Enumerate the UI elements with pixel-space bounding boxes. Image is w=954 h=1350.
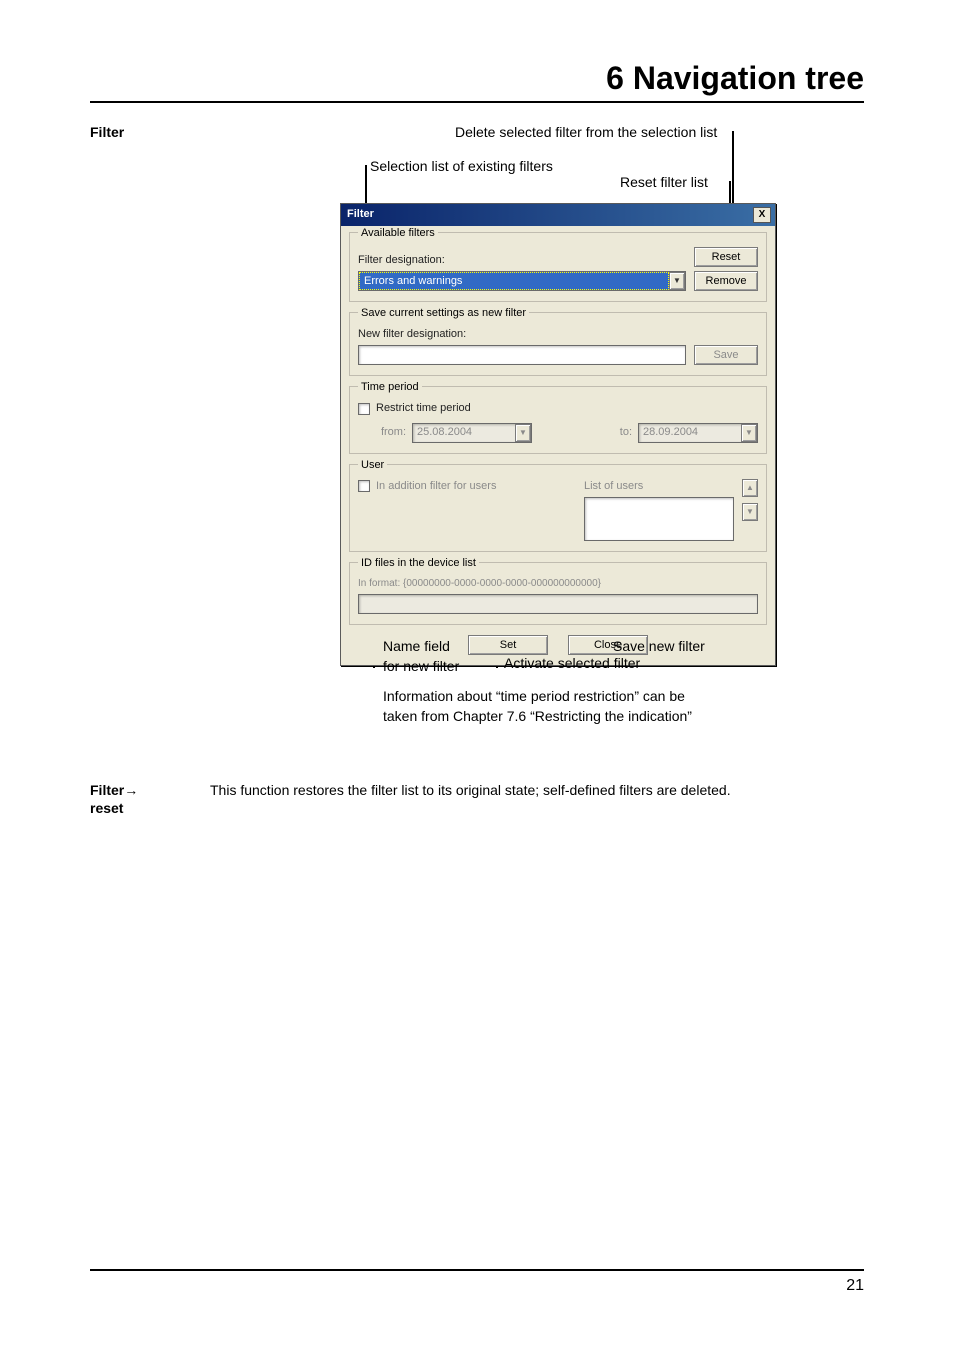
annotation-selection-list: Selection list of existing filters <box>370 157 553 177</box>
users-listbox[interactable] <box>584 497 734 541</box>
filter-designation-select[interactable]: Errors and warnings ▼ <box>358 271 686 291</box>
from-date-value: 25.08.2004 <box>413 425 515 440</box>
annotation-name-field: Name field for new filter <box>383 637 493 676</box>
chevron-down-icon[interactable]: ▼ <box>741 424 757 442</box>
annotation-reset-list: Reset filter list <box>620 173 708 193</box>
dialog-titlebar: Filter X <box>341 204 775 226</box>
list-of-users-label: List of users <box>584 479 734 494</box>
group-id-files: ID files in the device list In format: {… <box>349 562 767 625</box>
annotation-delete-selected: Delete selected filter from the selectio… <box>455 123 717 143</box>
page-number: 21 <box>90 1277 864 1295</box>
group-save-new-filter: Save current settings as new filter New … <box>349 312 767 376</box>
annotation-time-info: Information about “time period restricti… <box>383 687 783 726</box>
save-button[interactable]: Save <box>694 345 758 365</box>
section-divider-bottom <box>90 1269 864 1271</box>
group-title-available: Available filters <box>358 226 438 241</box>
new-filter-designation-input[interactable] <box>358 345 686 365</box>
filter-designation-value: Errors and warnings <box>359 272 669 290</box>
filter-designation-label: Filter designation: <box>358 253 686 268</box>
section-divider-top <box>90 101 864 103</box>
margin-heading-filter-reset: Filter→ reset <box>90 781 210 817</box>
spin-up-icon[interactable]: ▲ <box>742 479 758 497</box>
from-label: from: <box>376 425 406 440</box>
new-filter-designation-label: New filter designation: <box>358 327 758 342</box>
chevron-down-icon[interactable]: ▼ <box>515 424 531 442</box>
group-time-period: Time period Restrict time period from: 2… <box>349 386 767 453</box>
restrict-time-checkbox[interactable] <box>358 403 370 415</box>
chapter-title: 6 Navigation tree <box>90 60 864 97</box>
to-date-input[interactable]: 28.09.2004 ▼ <box>638 423 758 443</box>
group-title-idfiles: ID files in the device list <box>358 556 479 571</box>
group-title-save: Save current settings as new filter <box>358 306 529 321</box>
group-available-filters: Available filters Filter designation: Er… <box>349 232 767 302</box>
group-title-user: User <box>358 458 387 473</box>
close-icon[interactable]: X <box>753 207 771 223</box>
annotation-activate: Activate selected filter <box>504 654 640 674</box>
group-user: User In addition filter for users Lis <box>349 464 767 552</box>
spin-down-icon[interactable]: ▼ <box>742 503 758 521</box>
annotation-save-new: Save new filter <box>613 637 705 657</box>
filter-dialog-figure: Delete selected filter from the selectio… <box>210 123 864 763</box>
to-date-value: 28.09.2004 <box>639 425 741 440</box>
id-format-label: In format: {00000000-0000-0000-0000-0000… <box>358 577 758 591</box>
from-date-input[interactable]: 25.08.2004 ▼ <box>412 423 532 443</box>
id-input[interactable] <box>358 594 758 614</box>
filter-users-checkbox[interactable] <box>358 480 370 492</box>
reset-button[interactable]: Reset <box>694 247 758 267</box>
dialog-title: Filter <box>347 207 374 222</box>
filter-users-label: In addition filter for users <box>376 479 496 494</box>
users-spin: ▲ ▼ <box>742 479 758 521</box>
filter-dialog: Filter X Available filters Filter design… <box>340 203 776 666</box>
remove-button[interactable]: Remove <box>694 271 758 291</box>
filter-reset-paragraph: This function restores the filter list t… <box>210 781 864 801</box>
chevron-down-icon[interactable]: ▼ <box>669 272 685 290</box>
group-title-time: Time period <box>358 380 422 395</box>
margin-heading-filter: Filter <box>90 123 210 141</box>
to-label: to: <box>612 425 632 440</box>
restrict-time-label: Restrict time period <box>376 401 471 416</box>
